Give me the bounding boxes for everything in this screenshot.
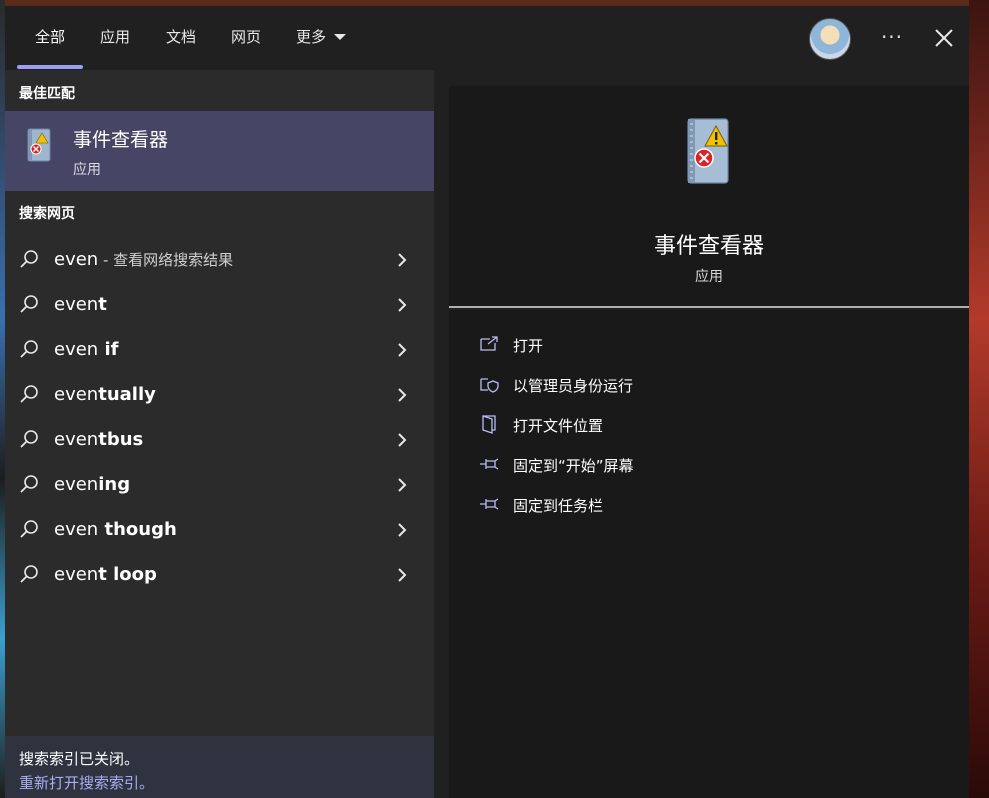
chevron-right-icon [398,253,407,267]
preview-title: 事件查看器 [653,234,764,259]
completion-text: ing [98,474,131,495]
active-tab-indicator [17,65,83,69]
event-viewer-icon [27,128,51,162]
typed-text: even [54,294,99,315]
typed-text: even [54,519,99,540]
typed-text: even [54,384,99,405]
best-match-heading: 最佳匹配 [19,86,75,102]
event-viewer-large-icon [687,118,729,184]
typed-text: even [54,564,99,585]
chevron-right-icon [398,298,407,312]
more-options-icon[interactable]: ··· [877,22,907,52]
web-search-suggestion[interactable]: eventually [5,373,434,417]
tab-all[interactable]: 全部 [35,6,65,70]
search-icon [20,475,38,493]
shield-icon [480,378,499,393]
chevron-right-icon [398,388,407,402]
web-search-suggestion[interactable]: event [5,283,434,327]
tab-more[interactable]: 更多 [296,6,347,70]
suggestion-label: event [54,294,107,315]
suggestion-label: even - 查看网络搜索结果 [54,249,233,270]
search-index-status: 搜索索引已关闭。 [19,750,140,768]
search-flyout: 全部 应用 文档 网页 更多 ··· 最佳匹配 事件查看器 应用 搜索网页 ev… [5,6,969,798]
pin-icon [480,498,499,510]
user-avatar[interactable] [809,18,851,60]
search-icon [20,340,38,358]
action-list: 打开 以管理员身份运行 打开文件位置 固定到“开始”屏幕 固定到任务栏 [449,310,969,798]
completion-text: if [98,339,119,360]
typed-text: even [54,429,99,450]
typed-text: even [54,474,99,495]
results-panel: 最佳匹配 事件查看器 应用 搜索网页 even - 查看网络搜索结果 event e… [5,70,434,798]
close-icon[interactable] [929,23,959,53]
preview-divider [449,306,969,308]
search-header: 全部 应用 文档 网页 更多 ··· [5,6,969,70]
suggestion-label: evening [54,474,130,495]
best-match-title: 事件查看器 [73,129,169,151]
chevron-right-icon [398,523,407,537]
web-search-suggestion[interactable]: even though [5,508,434,552]
chevron-right-icon [398,433,407,447]
action-pin-to-taskbar[interactable]: 固定到任务栏 [449,484,969,524]
chevron-right-icon [398,568,407,582]
search-icon [20,295,38,313]
preview-card: 事件查看器 应用 [449,86,969,308]
search-icon [20,430,38,448]
completion-text: though [98,519,177,540]
best-match-result[interactable]: 事件查看器 应用 [5,111,434,191]
action-open-file-location[interactable]: 打开文件位置 [449,404,969,444]
suggestion-label: eventually [54,384,156,405]
tab-more-label: 更多 [296,28,327,46]
suggestion-label: even if [54,339,119,360]
action-open-label: 打开 [513,337,544,355]
typed-text: even [54,249,99,270]
search-icon [20,250,38,268]
reenable-index-link[interactable]: 重新打开搜索索引。 [19,772,154,793]
tab-documents[interactable]: 文档 [166,6,196,70]
desktop-background-right [969,0,989,798]
action-pin-to-taskbar-label: 固定到任务栏 [513,497,604,515]
preview-subtitle: 应用 [695,269,723,285]
completion-text: t loop [98,564,157,585]
search-icon [20,385,38,403]
web-search-suggestion[interactable]: even - 查看网络搜索结果 [5,238,434,282]
action-run-as-admin[interactable]: 以管理员身份运行 [449,364,969,404]
search-icon [20,565,38,583]
open-icon [480,336,498,351]
search-index-notice: 搜索索引已关闭。 重新打开搜索索引。 [5,736,434,798]
folder-icon [482,415,496,434]
web-search-suggestion[interactable]: eventbus [5,418,434,462]
suggestion-label: eventbus [54,429,143,450]
tab-web[interactable]: 网页 [231,6,261,70]
web-search-suggestion[interactable]: even if [5,328,434,372]
web-search-heading: 搜索网页 [19,206,75,222]
preview-panel: 事件查看器 应用 打开 以管理员身份运行 打开文件位置 固定到“开始”屏幕 固定… [434,70,969,798]
action-pin-to-start[interactable]: 固定到“开始”屏幕 [449,444,969,484]
action-open[interactable]: 打开 [449,324,969,364]
completion-text: tbus [98,429,144,450]
best-match-subtitle: 应用 [73,162,101,178]
web-search-suggestion[interactable]: evening [5,463,434,507]
completion-text: tually [98,384,156,405]
action-pin-to-start-label: 固定到“开始”屏幕 [513,457,634,475]
web-search-suggestion[interactable]: event loop [5,553,434,597]
completion-text: t [98,294,107,315]
suggestion-hint: - 查看网络搜索结果 [98,251,234,269]
suggestion-label: event loop [54,564,157,585]
chevron-right-icon [398,478,407,492]
search-icon [20,520,38,538]
tab-apps[interactable]: 应用 [100,6,130,70]
action-run-as-admin-label: 以管理员身份运行 [513,377,634,395]
action-open-file-location-label: 打开文件位置 [513,417,604,435]
typed-text: even [54,339,99,360]
pin-icon [480,458,499,470]
chevron-right-icon [398,343,407,357]
suggestion-label: even though [54,519,177,540]
caret-down-icon [334,34,347,40]
